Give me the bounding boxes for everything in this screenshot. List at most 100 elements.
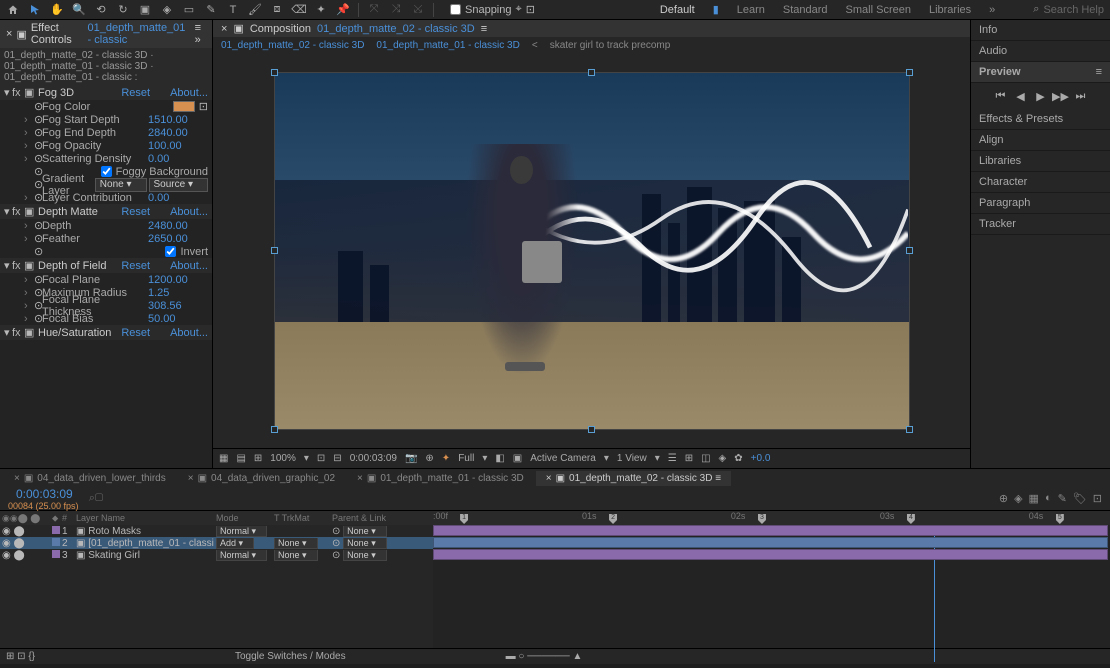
comp-breadcrumb-item[interactable]: 01_depth_matte_02 - classic 3D [221, 40, 364, 51]
pan-behind-tool-icon[interactable]: ◈ [160, 3, 174, 17]
shape-tool-icon[interactable]: ▭ [182, 3, 196, 17]
snapping-toggle[interactable]: Snapping ⌖ ⊡ [450, 3, 535, 16]
effect-property[interactable]: ›⊙Feather2650.00 [0, 232, 212, 245]
clip[interactable] [433, 549, 1108, 560]
transform-handle[interactable] [906, 426, 913, 433]
effect-controls-header[interactable]: ×▣ Effect Controls 01_depth_matte_01 - c… [0, 20, 212, 48]
comp-breadcrumb-item[interactable]: 01_depth_matte_01 - classic 3D [376, 40, 519, 51]
eraser-tool-icon[interactable]: ⌫ [292, 3, 306, 17]
type-tool-icon[interactable]: T [226, 3, 240, 17]
vc-icon[interactable]: ⊞ [254, 453, 262, 464]
effect-property[interactable]: ›⊙Fog Start Depth1510.00 [0, 113, 212, 126]
panel-info[interactable]: Info [971, 20, 1110, 41]
pen-tool-icon[interactable]: ✎ [204, 3, 218, 17]
timeline-marker[interactable]: 2 [609, 514, 617, 524]
vc-icon[interactable]: ▣ [513, 453, 522, 464]
tl-icon[interactable]: ▦ [1029, 492, 1039, 505]
snapping-checkbox[interactable] [450, 4, 461, 15]
timeline-marker[interactable]: 4 [907, 514, 915, 524]
effect-property[interactable]: ⊙ Invert [0, 245, 212, 258]
vc-icon[interactable]: ✿ [734, 453, 742, 464]
search-icon[interactable]: ⌕ [1033, 3, 1039, 16]
effect-property[interactable]: ›⊙Focal Plane1200.00 [0, 273, 212, 286]
effect-header[interactable]: ▾fx▣Hue/SaturationResetAbout... [0, 325, 212, 340]
timeline-marker[interactable]: 1 [460, 514, 468, 524]
hand-tool-icon[interactable]: ✋ [50, 3, 64, 17]
snap-icon1[interactable]: ⌖ [516, 3, 522, 16]
layer-row[interactable]: ◉ ⬤1▣ Roto MasksNormal ▾⊙ None ▾ [0, 525, 433, 537]
play-icon[interactable]: ▶ [1034, 89, 1048, 103]
workspace-standard[interactable]: Standard [783, 4, 828, 16]
panel-audio[interactable]: Audio [971, 41, 1110, 62]
vc-icon[interactable]: ◈ [719, 453, 727, 464]
exposure[interactable]: +0.0 [751, 453, 771, 464]
camera-dropdown[interactable]: Active Camera [530, 453, 596, 464]
viewport-timecode[interactable]: 0:00:03:09 [350, 453, 397, 464]
clip[interactable] [433, 525, 1108, 536]
comp-breadcrumb-item[interactable]: skater girl to track precomp [550, 40, 671, 51]
last-frame-icon[interactable]: ⏭ [1074, 89, 1088, 103]
timeline-tab[interactable]: ×▣ 01_depth_matte_02 - classic 3D ≡ [536, 471, 731, 486]
selection-tool-icon[interactable] [28, 3, 42, 17]
effect-property[interactable]: ⊙Gradient LayerNone ▾ Source ▾ [0, 178, 212, 191]
timeline-marker[interactable]: 3 [758, 514, 766, 524]
tl-icon[interactable]: ◈ [1014, 492, 1022, 505]
viewport[interactable] [213, 54, 970, 448]
transform-handle[interactable] [271, 247, 278, 254]
prev-frame-icon[interactable]: ◀ [1014, 89, 1028, 103]
time-ruler[interactable]: :00f01s02s03s04s12345 [433, 511, 1110, 525]
panel-effects-presets[interactable]: Effects & Presets [971, 109, 1110, 130]
workspace-more-icon[interactable]: » [989, 4, 995, 16]
next-frame-icon[interactable]: ▶▶ [1054, 89, 1068, 103]
puppet-tool-icon[interactable]: 📌 [336, 3, 350, 17]
effect-header[interactable]: ▾fx▣Fog 3DResetAbout... [0, 85, 212, 100]
timeline-marker[interactable]: 5 [1056, 514, 1064, 524]
workspace-small[interactable]: Small Screen [846, 4, 911, 16]
vc-icon[interactable]: ⊕ [425, 453, 433, 464]
vc-icon[interactable]: ⊞ [685, 453, 693, 464]
timeline-tab[interactable]: ×▣ 04_data_driven_graphic_02 [178, 471, 345, 486]
effect-property[interactable]: ›⊙Fog End Depth2840.00 [0, 126, 212, 139]
axis2-icon[interactable]: ⤨ [389, 3, 403, 17]
effect-property[interactable]: ›⊙Fog Opacity100.00 [0, 139, 212, 152]
transform-handle[interactable] [271, 69, 278, 76]
roto-tool-icon[interactable]: ✦ [314, 3, 328, 17]
tl-icon[interactable]: ✎ [1058, 492, 1067, 505]
transform-handle[interactable] [906, 69, 913, 76]
video-frame[interactable] [274, 72, 910, 430]
effect-property[interactable]: ›⊙Scattering Density0.00 [0, 152, 212, 165]
timeline-tracks[interactable]: :00f01s02s03s04s12345 [433, 511, 1110, 648]
vc-icon[interactable]: ◫ [701, 453, 710, 464]
effect-header[interactable]: ▾fx▣Depth of FieldResetAbout... [0, 258, 212, 273]
camera-tool-icon[interactable]: ▣ [138, 3, 152, 17]
search-input[interactable]: Search Help [1043, 4, 1104, 16]
effect-property[interactable]: ›⊙Layer Contribution0.00 [0, 191, 212, 204]
timeline-tab[interactable]: ×▣ 01_depth_matte_01 - classic 3D [347, 471, 534, 486]
layer-row[interactable]: ◉ ⬤2▣ [01_depth_matte_01 - classic 3D]Ad… [0, 537, 433, 549]
snapshot-icon[interactable]: 📷 [405, 453, 417, 464]
panel-paragraph[interactable]: Paragraph [971, 193, 1110, 214]
effect-property[interactable]: ›⊙Focal Bias50.00 [0, 312, 212, 325]
view-dropdown[interactable]: 1 View [617, 453, 647, 464]
clone-tool-icon[interactable]: ⧈ [270, 3, 284, 17]
tl-icon[interactable]: 🏷 [1073, 492, 1087, 505]
footer-icon[interactable]: ⊞ ⊡ {} [6, 651, 35, 662]
timeline-timecode[interactable]: 0:00:03:09 [8, 487, 81, 501]
transform-handle[interactable] [588, 426, 595, 433]
vc-icon[interactable]: ⊟ [333, 453, 341, 464]
workspace-libraries[interactable]: Libraries [929, 4, 971, 16]
workspace-learn[interactable]: Learn [737, 4, 765, 16]
axis-icon[interactable]: ⤧ [367, 3, 381, 17]
zoom-level[interactable]: 100% [270, 453, 296, 464]
vc-icon[interactable]: ▤ [236, 453, 245, 464]
transform-handle[interactable] [588, 69, 595, 76]
panel-libraries[interactable]: Libraries [971, 151, 1110, 172]
effect-property[interactable]: ⊙ Foggy Background [0, 165, 212, 178]
panel-preview[interactable]: Preview≡ [971, 62, 1110, 83]
vc-icon[interactable]: ✦ [442, 453, 450, 464]
axis3-icon[interactable]: ⤩ [411, 3, 425, 17]
workspace-default[interactable]: Default [660, 4, 695, 16]
orbit-tool-icon[interactable]: ⟲ [94, 3, 108, 17]
brush-tool-icon[interactable]: 🖌 [248, 3, 262, 17]
effect-header[interactable]: ▾fx▣Depth MatteResetAbout... [0, 204, 212, 219]
